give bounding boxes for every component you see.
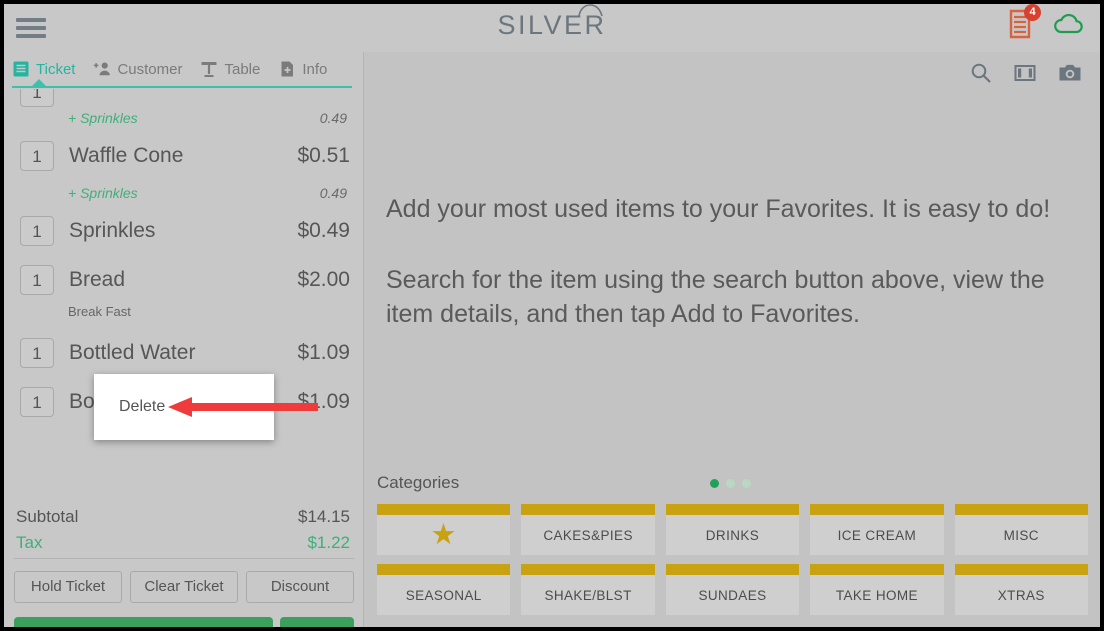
item-price: $0.49: [297, 218, 350, 242]
tax-row: Tax $1.22: [16, 530, 350, 556]
cloud-arc-icon: [577, 4, 603, 17]
tab-info[interactable]: Info: [278, 60, 327, 82]
pay-currency-symbol: $: [130, 627, 139, 631]
categories-header: Categories: [365, 473, 1100, 501]
subtotal-row: Subtotal $14.15: [16, 504, 350, 530]
pos-app-screen: SILVER 4 Ticket Customer Table Info 1 + …: [0, 0, 1104, 631]
category-tile-shake-blst[interactable]: SHAKE/BLST: [521, 564, 655, 615]
item-price: $2.00: [297, 267, 350, 291]
item-name: Sprinkles: [69, 218, 156, 242]
subtotal-value: $14.15: [298, 507, 350, 526]
app-logo: SILVER: [4, 4, 1100, 41]
category-tile-sundaes[interactable]: SUNDAES: [665, 564, 800, 615]
list-item[interactable]: 1 Waffle Cone $0.51: [4, 131, 364, 180]
category-grid: ★ CAKES&PIES DRINKS ICE CREAM MISC SEASO…: [365, 501, 1100, 627]
camera-icon[interactable]: [1058, 62, 1082, 84]
tab-customer-label: Customer: [117, 60, 183, 78]
list-item-clipped[interactable]: 1: [4, 89, 364, 107]
clear-ticket-button[interactable]: Clear Ticket: [130, 571, 238, 603]
modifier-price: 0.49: [319, 185, 347, 201]
hamburger-menu-icon[interactable]: [16, 14, 46, 42]
item-quantity[interactable]: 1: [20, 337, 54, 368]
item-name: Waffle Cone: [69, 143, 184, 167]
category-tile-take-home[interactable]: TAKE HOME: [810, 564, 944, 615]
item-name: Bread: [69, 267, 126, 291]
pagination-dot[interactable]: [742, 479, 751, 488]
item-modifier: + Sprinkles 0.49: [4, 105, 364, 131]
discount-button[interactable]: Discount: [246, 571, 354, 603]
app-logo-text: SILVER: [497, 10, 607, 40]
item-price: $1.09: [297, 389, 350, 413]
modifier-label: + Sprinkles: [68, 185, 138, 201]
tab-info-label: Info: [302, 60, 328, 78]
pagination-dot[interactable]: [726, 479, 735, 488]
active-tab-underline: [12, 86, 352, 88]
item-note: Break Fast: [68, 304, 131, 319]
category-tile-favorites[interactable]: ★: [377, 504, 511, 555]
panel-columns-icon[interactable]: [1014, 62, 1036, 84]
active-tab-caret: [32, 79, 46, 86]
list-item[interactable]: 1 Sprinkles $0.49: [4, 206, 364, 255]
main-content: Add your most used items to your Favorit…: [365, 52, 1100, 627]
totals-divider: [14, 558, 354, 559]
list-item[interactable]: 1 Bread $2.00: [4, 255, 364, 304]
ticket-totals: Subtotal $14.15 Tax $1.22: [4, 496, 364, 559]
pay-amount: 15.37: [139, 627, 209, 631]
categories-section: Categories ★ CAKES&PIES DRINKS ICE CREAM…: [365, 473, 1100, 627]
ticket-tabs: Ticket Customer Table Info: [4, 52, 363, 88]
search-icon[interactable]: [970, 62, 992, 84]
category-tile-misc[interactable]: MISC: [954, 504, 1088, 555]
hold-ticket-button[interactable]: Hold Ticket: [14, 571, 122, 603]
category-tile-ice-cream[interactable]: ICE CREAM: [810, 504, 944, 555]
tab-ticket-label: Ticket: [36, 60, 76, 78]
ticket-panel: Ticket Customer Table Info 1 + Sprinkles…: [4, 52, 364, 627]
ticket-icon: [13, 61, 29, 77]
main-toolbar: [970, 62, 1082, 84]
category-pagination-dots[interactable]: [710, 479, 751, 488]
list-item[interactable]: 1 Bottled Water $1.09: [4, 328, 364, 377]
subtotal-label: Subtotal: [16, 507, 79, 526]
top-app-bar: SILVER 4: [4, 4, 1100, 52]
category-tile-cakes-pies[interactable]: CAKES&PIES: [521, 504, 655, 555]
open-tickets-badge: 4: [1024, 4, 1041, 21]
pagination-dot[interactable]: [710, 479, 719, 488]
category-tile-drinks[interactable]: DRINKS: [665, 504, 800, 555]
empty-state-message: Add your most used items to your Favorit…: [386, 192, 1076, 368]
item-name: Bottled Water: [69, 340, 196, 364]
cash-button[interactable]: Cash: [280, 617, 354, 627]
item-quantity[interactable]: 1: [20, 215, 54, 246]
table-icon: [201, 62, 217, 77]
tab-customer[interactable]: Customer: [93, 60, 182, 82]
payment-buttons: Pay $ 15.37 Cash: [14, 617, 354, 631]
item-quantity[interactable]: 1: [20, 264, 54, 295]
item-price: $1.09: [297, 340, 350, 364]
empty-state-paragraph-1: Add your most used items to your Favorit…: [386, 195, 1051, 223]
open-tickets-button[interactable]: 4: [1008, 4, 1041, 40]
item-quantity[interactable]: 1: [20, 89, 54, 107]
tax-value: $1.22: [307, 533, 350, 552]
modifier-label: + Sprinkles: [68, 110, 138, 126]
item-price: $0.51: [297, 143, 350, 167]
category-tile-xtras[interactable]: XTRAS: [954, 564, 1088, 615]
tax-label: Tax: [16, 533, 43, 552]
tab-table-label: Table: [224, 60, 261, 78]
ticket-action-buttons: Hold Ticket Clear Ticket Discount: [14, 571, 354, 603]
empty-state-paragraph-2: Search for the item using the search but…: [386, 265, 1045, 329]
item-modifier: + Sprinkles 0.49: [4, 180, 364, 206]
item-quantity[interactable]: 1: [20, 386, 54, 417]
category-tile-seasonal[interactable]: SEASONAL: [377, 564, 511, 615]
item-quantity[interactable]: 1: [20, 140, 54, 171]
cloud-icon[interactable]: [1052, 12, 1086, 36]
top-bar-actions: 4: [1008, 4, 1086, 40]
star-icon: ★: [430, 518, 457, 551]
categories-title: Categories: [377, 473, 460, 492]
modifier-price: 0.49: [319, 110, 347, 126]
delete-menu-item[interactable]: Delete: [119, 398, 165, 416]
context-menu[interactable]: Delete: [94, 374, 274, 440]
tab-table[interactable]: Table: [200, 60, 260, 82]
add-file-icon: [281, 61, 294, 77]
pay-label: Pay: [78, 628, 123, 631]
add-person-icon: [94, 62, 111, 76]
pay-button[interactable]: Pay $ 15.37: [14, 617, 273, 631]
